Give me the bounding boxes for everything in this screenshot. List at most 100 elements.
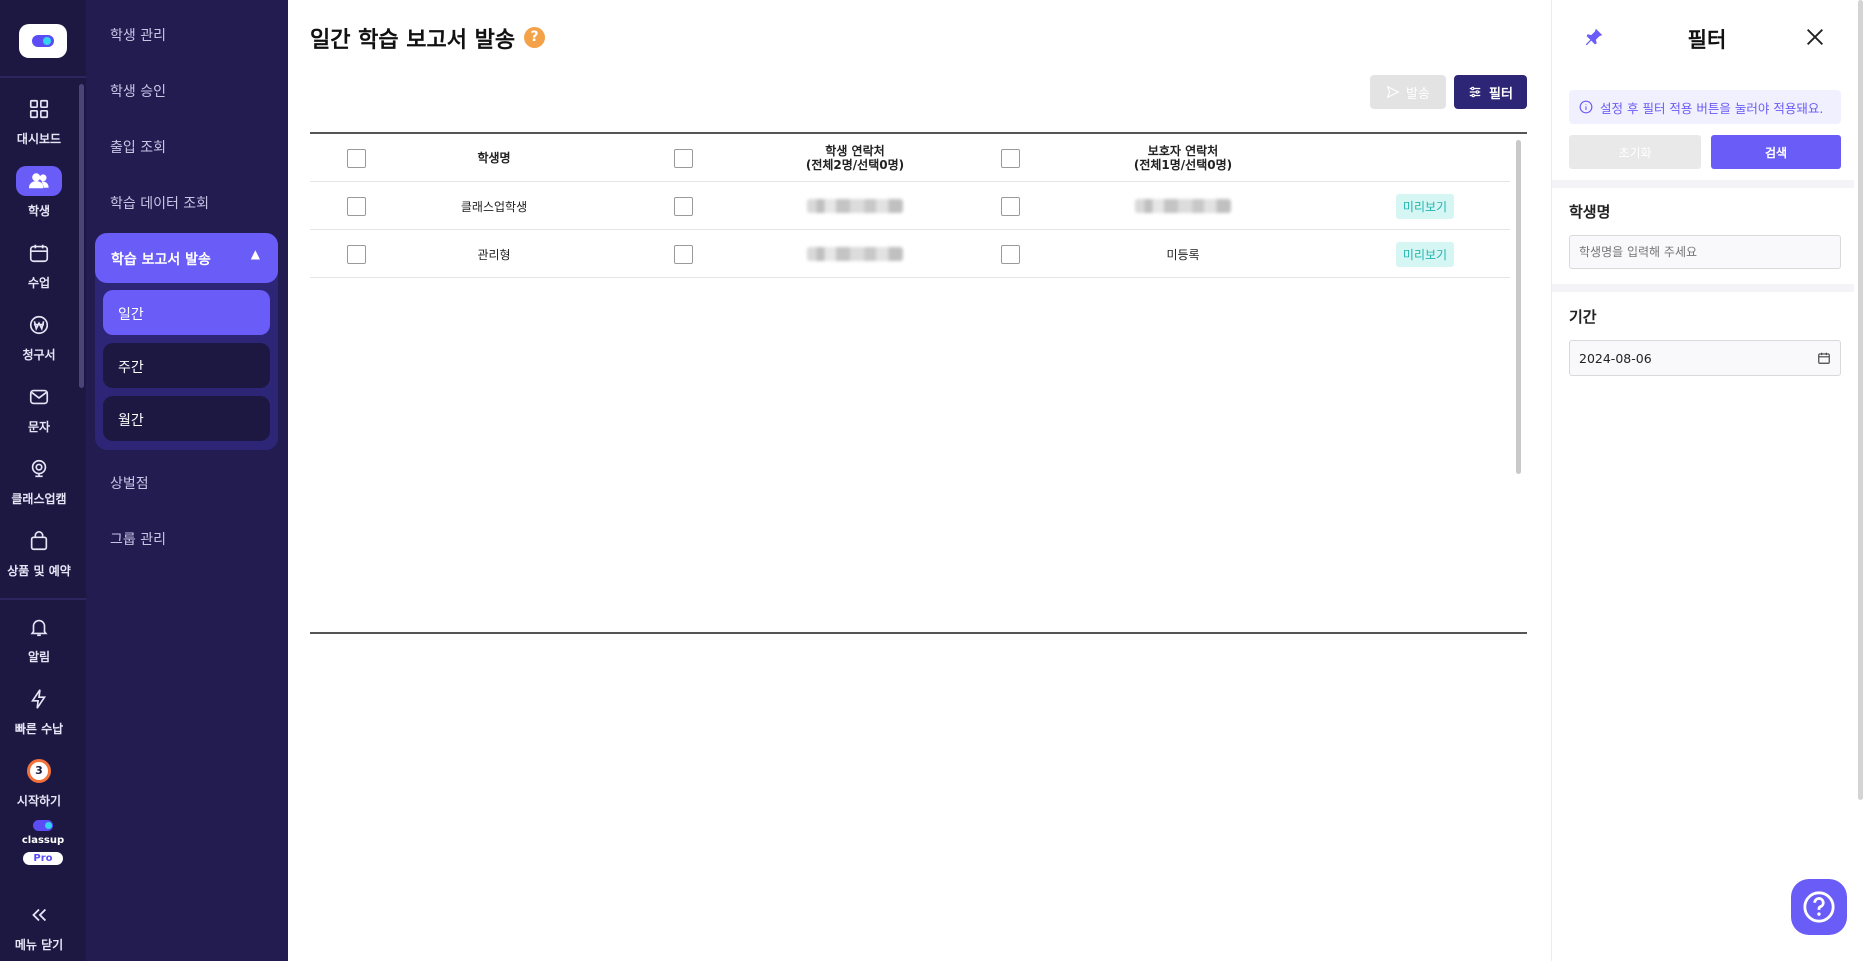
column-header-parent-contact: 보호자 연락처 (전체1명/선택0명) — [1083, 134, 1283, 182]
users-icon — [16, 166, 62, 196]
submenu-weekly[interactable]: 주간 — [103, 343, 270, 388]
student-contact-checkbox[interactable] — [673, 244, 693, 264]
bolt-icon — [24, 684, 54, 714]
rail-item-students[interactable]: 학생 — [0, 166, 78, 230]
column-header-parent-contact-title: 보호자 연락처 — [1147, 143, 1219, 158]
rail-divider — [0, 76, 86, 78]
question-chat-icon — [1803, 891, 1835, 923]
student-name: 클래스업학생 — [460, 199, 528, 214]
start-progress-icon: 3 — [24, 756, 54, 786]
mail-icon — [24, 382, 54, 412]
rail-item-label: 대시보드 — [16, 132, 62, 146]
submenu-reward-penalty[interactable]: 상벌점 — [110, 473, 149, 493]
row-checkbox[interactable] — [346, 196, 366, 216]
collapse-menu-label: 메뉴 닫기 — [14, 938, 64, 952]
help-icon[interactable]: ? — [524, 27, 545, 48]
parent-contact-redacted — [1135, 199, 1231, 213]
filter-notice-text: 설정 후 필터 적용 버튼을 눌러야 적용돼요. — [1600, 100, 1824, 116]
select-all-parent-contact-checkbox[interactable] — [1000, 148, 1020, 168]
info-icon — [1579, 100, 1593, 114]
page-scrollbar[interactable] — [1858, 0, 1863, 800]
send-button[interactable]: 발송 — [1370, 75, 1446, 109]
brand-mark: classup Pro — [0, 820, 86, 865]
rail-scrollbar[interactable] — [79, 84, 84, 388]
page-title: 일간 학습 보고서 발송 — [310, 28, 516, 53]
bag-icon — [24, 526, 54, 556]
parent-contact-value: 미등록 — [1166, 247, 1200, 262]
preview-button[interactable]: 미리보기 — [1395, 193, 1455, 219]
grid-icon — [24, 94, 54, 124]
rail-item-label: 알림 — [27, 650, 51, 664]
rail-item-dashboard[interactable]: 대시보드 — [0, 94, 78, 158]
rail-item-invoice[interactable]: 청구서 — [0, 310, 78, 374]
submenu-report-send[interactable]: 학습 보고서 발송 ▲ — [95, 233, 278, 283]
preview-button[interactable]: 미리보기 — [1395, 241, 1455, 267]
rail-item-messages[interactable]: 문자 — [0, 382, 78, 446]
brand-logo-icon — [33, 820, 53, 831]
won-icon — [24, 310, 54, 340]
rail-item-label: 빠른 수납 — [14, 722, 64, 736]
student-name-input[interactable] — [1569, 235, 1841, 269]
icon-rail: 대시보드 학생 수업 청구서 문자 클래스업캠 상품 및 예약 알림 빠른 수납… — [0, 0, 86, 961]
brand-name: classup — [21, 835, 65, 846]
bell-icon — [24, 612, 54, 642]
student-name-label: 학생명 — [1569, 203, 1611, 221]
submenu-learning-data[interactable]: 학습 데이터 조회 — [110, 193, 209, 213]
rail-item-label: 청구서 — [22, 348, 56, 362]
submenu-student-approval[interactable]: 학생 승인 — [110, 81, 166, 101]
submenu-group-label: 학습 보고서 발송 — [111, 252, 211, 268]
student-contact-checkbox[interactable] — [673, 196, 693, 216]
start-count: 3 — [27, 759, 51, 783]
filter-notice: 설정 후 필터 적용 버튼을 눌러야 적용돼요. — [1569, 90, 1841, 124]
close-icon[interactable] — [1804, 26, 1826, 48]
filter-button[interactable]: 필터 — [1454, 75, 1527, 109]
rail-item-notifications[interactable]: 알림 — [0, 612, 78, 676]
reset-button[interactable]: 초기화 — [1569, 135, 1701, 169]
table-row: 클래스업학생 미리보기 — [310, 182, 1510, 230]
pro-badge: Pro — [23, 852, 63, 865]
filter-divider — [1552, 180, 1854, 188]
rail-item-label: 시작하기 — [16, 794, 62, 808]
column-header-student-contact: 학생 연락처 (전체2명/선택0명) — [755, 134, 955, 182]
rail-item-label: 문자 — [27, 420, 51, 434]
column-header-parent-contact-count: (전체1명/선택0명) — [1133, 158, 1233, 172]
select-all-student-contact-checkbox[interactable] — [673, 148, 693, 168]
submenu-monthly[interactable]: 월간 — [103, 396, 270, 441]
app-logo[interactable] — [19, 24, 67, 58]
period-date-picker[interactable]: 2024-08-06 — [1569, 340, 1841, 376]
table-header-row: 학생명 학생 연락처 (전체2명/선택0명) 보호자 연락처 (전체1명/선택0… — [310, 134, 1510, 182]
student-name: 관리형 — [477, 247, 511, 262]
rail-item-label: 학생 — [27, 204, 51, 218]
filter-divider — [1552, 284, 1854, 292]
sliders-icon — [1469, 86, 1481, 98]
calendar-icon — [24, 238, 54, 268]
rail-item-quick-payment[interactable]: 빠른 수납 — [0, 684, 78, 748]
rail-divider — [0, 598, 86, 600]
rail-item-get-started[interactable]: 3 시작하기 — [0, 756, 78, 820]
help-chat-button[interactable] — [1791, 879, 1847, 935]
send-icon — [1386, 85, 1400, 99]
rail-item-products[interactable]: 상품 및 예약 — [0, 526, 78, 590]
submenu-attendance-lookup[interactable]: 출입 조회 — [110, 137, 166, 157]
column-header-student-contact-count: (전체2명/선택0명) — [805, 158, 905, 172]
rail-item-classes[interactable]: 수업 — [0, 238, 78, 302]
period-date-value: 2024-08-06 — [1579, 351, 1652, 366]
send-button-label: 발송 — [1406, 86, 1430, 102]
search-button[interactable]: 검색 — [1711, 135, 1841, 169]
filter-button-label: 필터 — [1489, 86, 1513, 102]
parent-contact-checkbox[interactable] — [1000, 196, 1020, 216]
parent-contact-checkbox[interactable] — [1000, 244, 1020, 264]
rail-item-label: 클래스업캠 — [11, 492, 67, 506]
student-contact-redacted — [807, 247, 903, 261]
submenu-daily[interactable]: 일간 — [103, 290, 270, 335]
table-scrollbar[interactable] — [1516, 140, 1521, 474]
collapse-menu-button[interactable]: 메뉴 닫기 — [0, 900, 78, 961]
rail-item-classupcam[interactable]: 클래스업캠 — [0, 454, 78, 518]
select-all-checkbox[interactable] — [346, 148, 366, 168]
main-content: 일간 학습 보고서 발송 ? 발송 필터 학생명 학생 연락처 (전체2명/선택… — [288, 0, 1551, 961]
row-checkbox[interactable] — [346, 244, 366, 264]
submenu-student-management[interactable]: 학생 관리 — [110, 25, 166, 45]
submenu-group-management[interactable]: 그룹 관리 — [110, 529, 166, 549]
column-header-name: 학생명 — [477, 150, 511, 165]
column-header-student-contact-title: 학생 연락처 — [825, 143, 885, 158]
